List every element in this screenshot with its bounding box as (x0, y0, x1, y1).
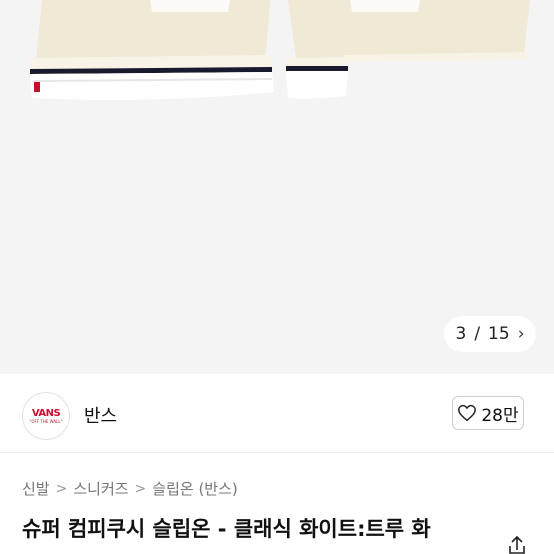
product-title: 슈퍼 컴피쿠시 슬립온 - 클래식 화이트:트루 화 (22, 517, 431, 541)
chevron-right-icon: > (55, 480, 68, 497)
brand-name[interactable]: 반스 (84, 402, 117, 428)
brand-logo-text: VANS (31, 407, 61, 419)
chevron-right-icon[interactable]: › (518, 324, 525, 344)
counter-total: 15 (488, 324, 510, 344)
breadcrumb-item-category[interactable]: 신발 (22, 478, 50, 499)
like-count: 28만 (481, 405, 519, 426)
breadcrumb-item-subcategory[interactable]: 스니커즈 (73, 478, 128, 499)
brand-logo[interactable]: VANS "OFF THE WALL" (22, 392, 70, 440)
divider (0, 452, 554, 453)
brand-logo-subtext: "OFF THE WALL" (29, 418, 63, 424)
breadcrumb-item-current[interactable]: 슬립온 (반스) (152, 478, 237, 499)
heart-icon (458, 404, 477, 422)
like-button[interactable]: 28만 (452, 396, 524, 430)
breadcrumb: 신발 > 스니커즈 > 슬립온 (반스) (22, 478, 238, 499)
product-image-gallery[interactable]: 3 / 15 › (0, 0, 554, 374)
counter-separator: / (474, 324, 481, 344)
image-counter[interactable]: 3 / 15 › (444, 316, 536, 352)
share-icon[interactable] (506, 536, 528, 554)
chevron-right-icon: > (134, 480, 147, 497)
counter-current: 3 (455, 324, 467, 344)
